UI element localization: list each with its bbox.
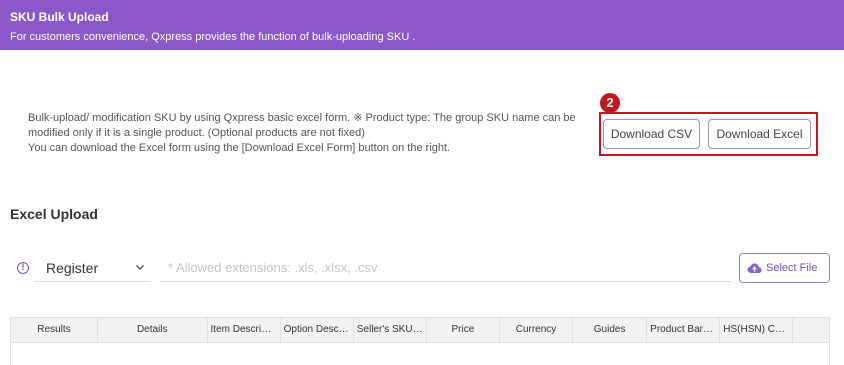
file-path-input[interactable]: * Allowed extensions: .xls, .xlsx, .csv — [160, 255, 732, 282]
description-line-3: You can download the Excel form using th… — [28, 142, 451, 154]
column-header: Currency — [500, 318, 574, 342]
mode-select-value: Register — [46, 260, 99, 276]
description-line-2: modified only if it is a single product.… — [28, 127, 365, 139]
download-csv-button[interactable]: Download CSV — [603, 119, 700, 149]
column-header: Product Barc... — [647, 318, 721, 342]
column-header: Price — [427, 318, 500, 342]
upload-description: Bulk-upload/ modification SKU by using Q… — [28, 111, 588, 156]
column-header: Seller's SKU C... — [354, 318, 427, 342]
cloud-upload-icon — [747, 263, 762, 274]
column-header: Item Descripti... — [208, 318, 281, 342]
page-title: SKU Bulk Upload — [10, 10, 109, 24]
column-header: Details — [98, 318, 208, 342]
mode-select[interactable]: Register — [34, 255, 151, 282]
page-subtitle: For customers convenience, Qxpress provi… — [10, 31, 416, 43]
column-header: Guides — [573, 318, 648, 342]
select-file-button[interactable]: Select File — [739, 253, 830, 283]
chevron-down-icon — [136, 265, 144, 270]
column-header: HS(HSN) Code — [720, 318, 794, 342]
step-badge: 2 — [600, 93, 620, 113]
excel-upload-title: Excel Upload — [10, 206, 98, 222]
upload-results-table: Results Details Item Descripti... Option… — [10, 317, 830, 365]
download-excel-button[interactable]: Download Excel — [708, 119, 811, 149]
page-header: SKU Bulk Upload For customers convenienc… — [0, 0, 844, 50]
column-header — [793, 318, 829, 342]
info-icon: ! — [17, 262, 29, 274]
description-line-1: Bulk-upload/ modification SKU by using Q… — [28, 112, 576, 124]
column-header: Option Descri... — [281, 318, 354, 342]
table-header-row: Results Details Item Descripti... Option… — [11, 318, 829, 343]
select-file-label: Select File — [766, 262, 818, 274]
column-header: Results — [11, 318, 98, 342]
